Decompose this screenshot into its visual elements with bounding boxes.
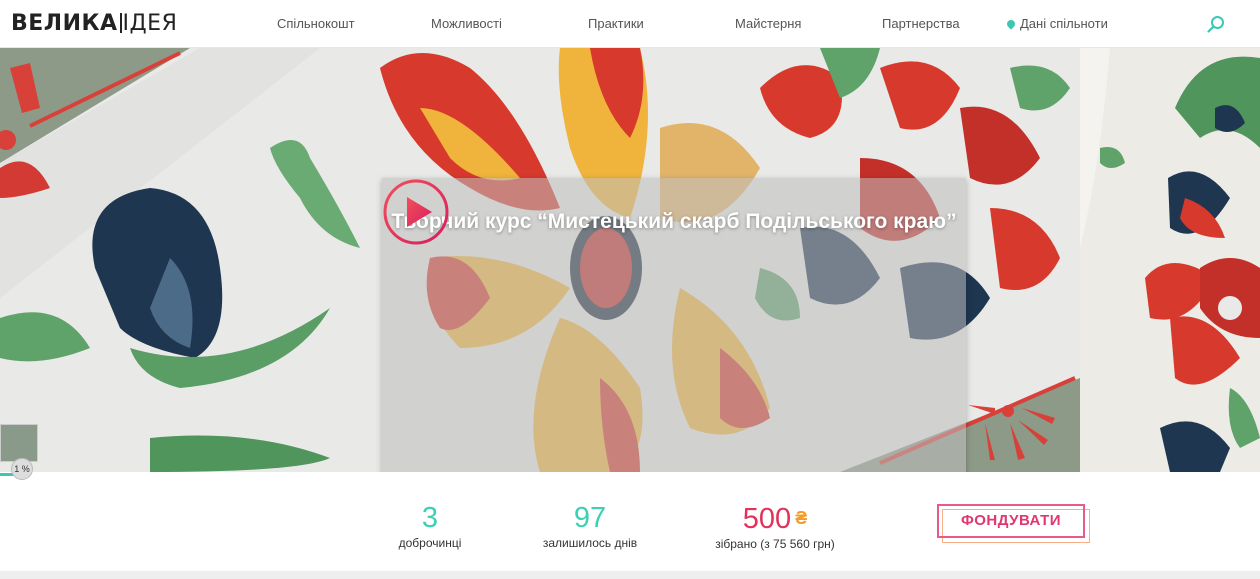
fund-button[interactable]: ФОНДУВАТИ bbox=[937, 504, 1085, 538]
days-count: 97 bbox=[573, 502, 607, 534]
location-pin-icon bbox=[1005, 18, 1017, 30]
nav-item-opportunities[interactable]: Можливості bbox=[431, 16, 502, 31]
search-icon[interactable] bbox=[1207, 15, 1225, 33]
logo-bold: ВЕЛИКА bbox=[11, 11, 118, 36]
author-avatar[interactable] bbox=[0, 424, 38, 462]
video-overlay: Творчий курс “Мистецький скарб Подільськ… bbox=[382, 178, 966, 472]
nav-item-community-data-label: Дані спільноти bbox=[1020, 16, 1108, 31]
raised-label: зібрано (з 75 560 грн) bbox=[715, 537, 835, 551]
hero-banner: Творчий курс “Мистецький скарб Подільськ… bbox=[0, 48, 1260, 472]
hryvnia-icon: ₴ bbox=[795, 508, 808, 528]
donors-label: доброчинці bbox=[398, 536, 462, 550]
nav-item-crowdfunding[interactable]: Спільнокошт bbox=[277, 16, 355, 31]
progress-badge: 1 % bbox=[11, 458, 33, 480]
stat-donors: 3 доброчинці bbox=[380, 502, 480, 550]
donors-count: 3 bbox=[421, 502, 439, 534]
stat-days-left: 97 залишилось днів bbox=[520, 502, 660, 550]
raised-amount: 500 bbox=[742, 503, 792, 535]
nav-item-community-data[interactable]: Дані спільноти bbox=[1005, 16, 1108, 31]
play-icon[interactable] bbox=[382, 178, 450, 246]
project-title: Творчий курс “Мистецький скарб Подільськ… bbox=[391, 210, 957, 233]
nav-item-partnerships[interactable]: Партнерства bbox=[882, 16, 960, 31]
page-divider bbox=[0, 571, 1260, 579]
nav-item-practices[interactable]: Практики bbox=[588, 16, 644, 31]
logo[interactable]: ВЕЛИКА ІДЕЯ bbox=[11, 11, 177, 36]
logo-divider bbox=[119, 13, 122, 33]
days-label: залишилось днів bbox=[542, 536, 638, 550]
site-header: ВЕЛИКА ІДЕЯ Спільнокошт Можливості Практи… bbox=[0, 0, 1260, 48]
nav-item-workshop[interactable]: Майстерня bbox=[735, 16, 801, 31]
stat-raised: 500 ₴ зібрано (з 75 560 грн) bbox=[700, 502, 850, 551]
logo-light: ІДЕЯ bbox=[122, 11, 178, 36]
